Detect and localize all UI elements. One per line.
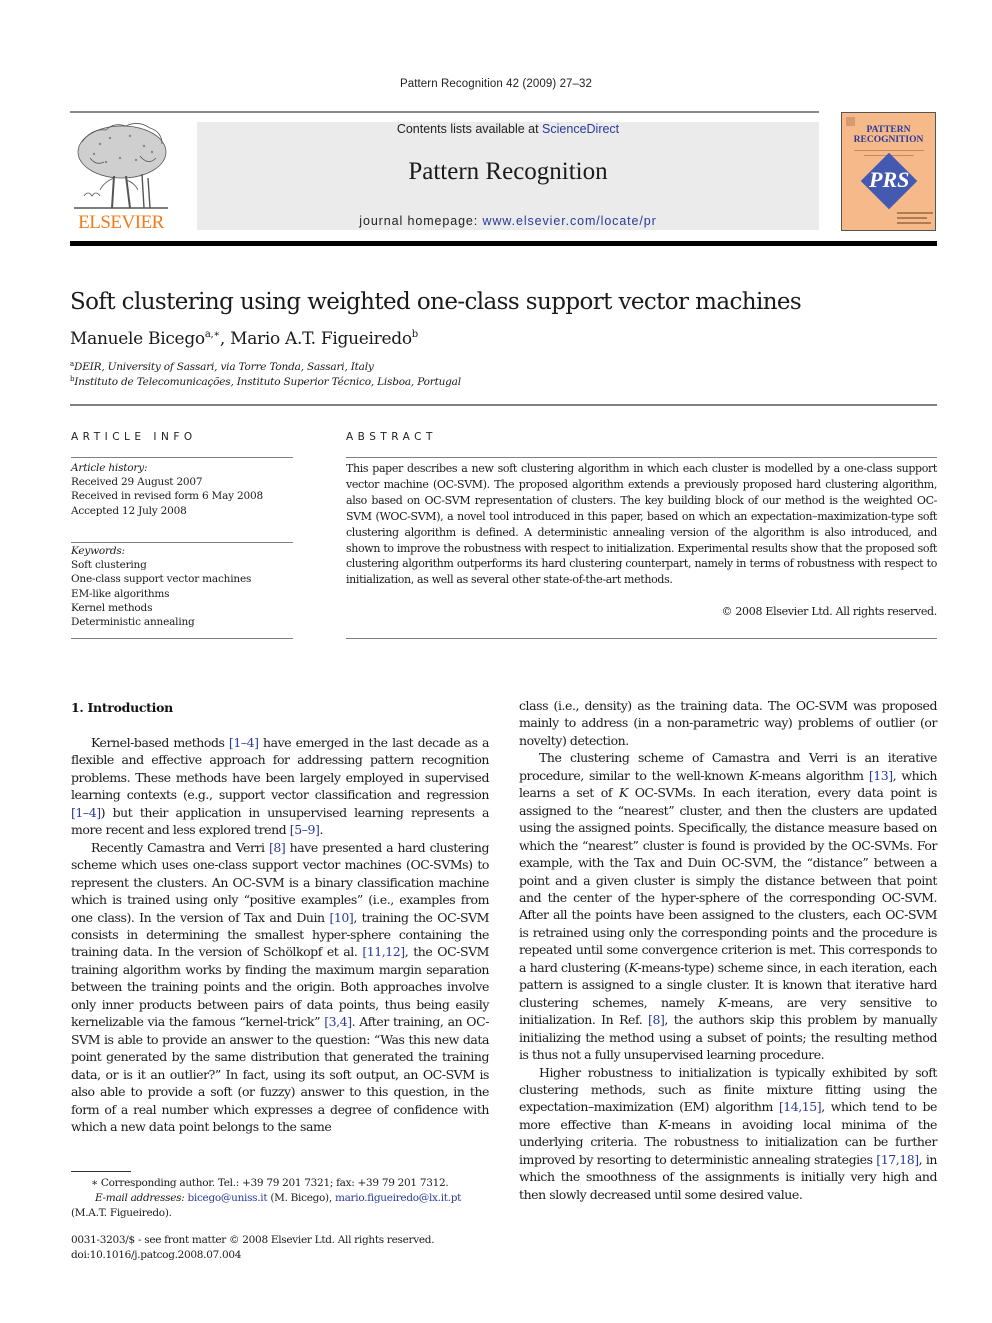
text-run: ) but their application in unsupervised …	[71, 804, 489, 838]
paragraph: class (i.e., density) as the training da…	[519, 697, 937, 749]
citation-link[interactable]: [8]	[648, 1012, 665, 1027]
keyword: Soft clustering	[71, 559, 147, 572]
text-run: .	[319, 822, 323, 838]
author-name[interactable]: Manuele Bicego	[70, 329, 205, 349]
contents-line: Contents lists available at ScienceDirec…	[197, 122, 819, 136]
abstract-copyright: © 2008 Elsevier Ltd. All rights reserved…	[721, 605, 937, 618]
keyword: Kernel methods	[71, 601, 153, 614]
history-item: Received in revised form 6 May 2008	[71, 490, 263, 503]
cover-imprint-line	[897, 212, 933, 214]
citation-link[interactable]: [5–9]	[290, 822, 320, 837]
paragraph: Recently Camastra and Verri [8] have pre…	[71, 839, 489, 1136]
math-symbol: K	[717, 994, 727, 1010]
text-run: Kernel-based methods	[91, 735, 229, 750]
cover-imprint-line	[897, 217, 927, 219]
cover-title-line1: PATTERN	[866, 125, 911, 135]
footnote-rule	[71, 1171, 131, 1172]
homepage-prefix: journal homepage:	[359, 214, 483, 228]
citation-link[interactable]: [3,4]	[324, 1014, 352, 1029]
footnote: ∗ Corresponding author. Tel.: +39 79 201…	[71, 1176, 501, 1221]
journal-cover-image: PATTERN RECOGNITION PRS	[841, 112, 936, 231]
math-symbol: K	[748, 767, 758, 783]
email-link-bicego[interactable]: bicego@uniss.it	[187, 1192, 267, 1204]
author-marks[interactable]: a,∗	[205, 329, 220, 340]
cover-title: PATTERN RECOGNITION	[842, 125, 935, 145]
paragraph: Higher robustness to initialization is t…	[519, 1064, 937, 1204]
article-info-heading: ARTICLE INFO	[71, 431, 197, 443]
author-separator: ,	[219, 329, 231, 349]
email-link-figueiredo[interactable]: mario.figueiredo@lx.it.pt	[335, 1192, 461, 1204]
contents-prefix: Contents lists available at	[396, 122, 543, 136]
text-run: OC-SVMs. In each iteration, every data p…	[519, 785, 937, 975]
abstract-heading: ABSTRACT	[346, 431, 437, 443]
author-marks[interactable]: b	[412, 329, 418, 340]
keywords-rule	[71, 638, 293, 639]
affiliation-rule	[70, 404, 937, 406]
cover-monogram: PRS	[869, 167, 910, 192]
article-history: Article history: Received 29 August 2007…	[71, 461, 263, 518]
history-item: Accepted 12 July 2008	[71, 504, 187, 517]
text-run: Recently Camastra and Verri	[91, 839, 269, 855]
header-top-rule	[70, 111, 819, 113]
citation-link[interactable]: [17,18]	[876, 1152, 919, 1167]
citation-link[interactable]: [1–4]	[229, 735, 259, 750]
article-info-rule	[71, 457, 293, 458]
abstract-rule	[346, 457, 937, 458]
email-line: E-mail addresses: bicego@uniss.it (M. Bi…	[71, 1191, 501, 1206]
journal-banner: Contents lists available at ScienceDirec…	[197, 122, 819, 230]
author-list: Manuele Bicegoa,∗, Mario A.T. Figueiredo…	[70, 329, 418, 349]
keyword: One-class support vector machines	[71, 573, 252, 586]
citation-link[interactable]: [8]	[269, 840, 286, 855]
history-label: Article history:	[71, 462, 148, 474]
body-column-left: Kernel-based methods [1–4] have emerged …	[71, 734, 489, 1135]
text-run: class (i.e., density) as the training da…	[519, 698, 937, 748]
email-owner-line: (M.A.T. Figueiredo).	[71, 1207, 172, 1219]
email-label: E-mail addresses:	[95, 1192, 185, 1204]
publisher-name: ELSEVIER	[78, 212, 164, 233]
email-owner: (M. Bicego),	[267, 1192, 335, 1204]
keywords-label: Keywords:	[71, 545, 125, 557]
abstract-text: This paper describes a new soft clusteri…	[346, 462, 937, 587]
corresponding-author-note: ∗ Corresponding author. Tel.: +39 79 201…	[71, 1176, 501, 1191]
citation-link[interactable]: [10]	[329, 910, 353, 925]
math-symbol: K	[618, 785, 628, 801]
journal-homepage-link[interactable]: www.elsevier.com/locate/pr	[483, 214, 657, 228]
affiliation-text: DEIR, University of Sassari, via Torre T…	[73, 361, 374, 373]
header-thick-rule	[70, 241, 937, 246]
history-rule	[71, 542, 293, 543]
corresponding-text: Corresponding author. Tel.: +39 79 201 7…	[97, 1177, 449, 1189]
article-title: Soft clustering using weighted one-class…	[70, 289, 802, 315]
author-name[interactable]: Mario A.T. Figueiredo	[230, 329, 412, 349]
body-column-right: class (i.e., density) as the training da…	[519, 697, 937, 1203]
abstract-bottom-rule	[346, 638, 937, 639]
running-head: Pattern Recognition 42 (2009) 27–32	[399, 78, 593, 90]
issn-line: 0031-3203/$ - see front matter © 2008 El…	[71, 1234, 435, 1246]
front-matter: 0031-3203/$ - see front matter © 2008 El…	[71, 1233, 501, 1263]
citation-link[interactable]: [1–4]	[71, 805, 101, 820]
affiliation: bInstituto de Telecomunicações, Institut…	[70, 375, 461, 388]
history-item: Received 29 August 2007	[71, 476, 203, 489]
citation-link[interactable]: [11,12]	[362, 944, 405, 959]
paragraph: Kernel-based methods [1–4] have emerged …	[71, 734, 489, 839]
footnote-mark: ∗	[91, 1177, 98, 1189]
keyword: EM-like algorithms	[71, 587, 170, 600]
keyword: Deterministic annealing	[71, 616, 195, 629]
journal-title: Pattern Recognition	[408, 158, 608, 185]
homepage-line: journal homepage: www.elsevier.com/locat…	[197, 214, 819, 228]
text-run: -means algorithm	[757, 767, 869, 783]
affiliation: aDEIR, University of Sassari, via Torre …	[70, 360, 374, 373]
cover-subtitle-line	[854, 150, 924, 151]
text-run: . After training, an OC-SVM is able to p…	[71, 1014, 489, 1134]
citation-link[interactable]: [14,15]	[779, 1099, 822, 1114]
cover-title-line2: RECOGNITION	[853, 135, 924, 145]
affiliation-text: Instituto de Telecomunicações, Instituto…	[74, 376, 461, 388]
section-heading-introduction: 1. Introduction	[71, 700, 173, 715]
cover-imprint-line	[897, 222, 931, 224]
doi[interactable]: doi:10.1016/j.patcog.2008.07.004	[71, 1248, 501, 1263]
paragraph: The clustering scheme of Camastra and Ve…	[519, 749, 937, 1063]
keywords: Keywords: Soft clustering One-class supp…	[71, 544, 251, 629]
citation-link[interactable]: [13]	[869, 768, 893, 783]
sciencedirect-link[interactable]: ScienceDirect	[542, 122, 619, 136]
